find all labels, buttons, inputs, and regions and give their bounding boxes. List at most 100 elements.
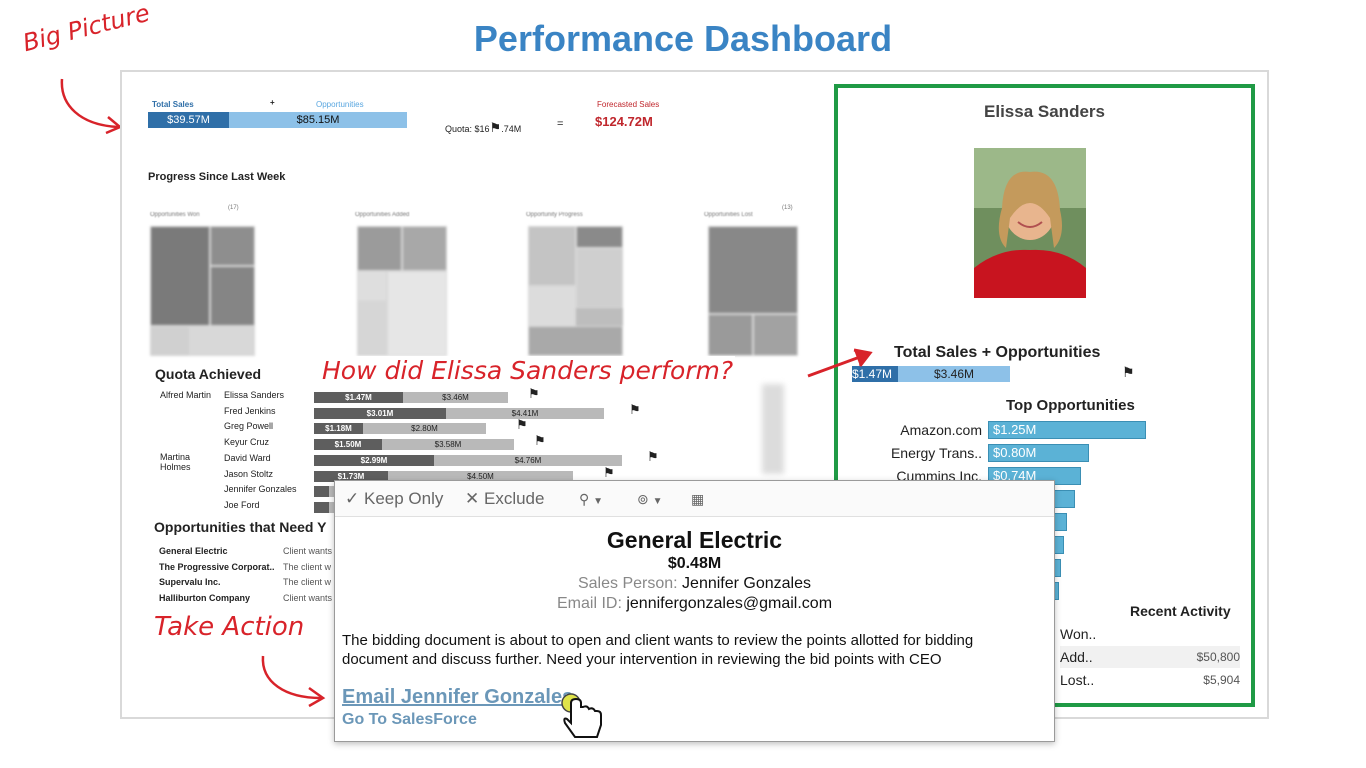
quota-rep-name[interactable]: Joe Ford xyxy=(224,500,260,510)
opportunities-segment: $85.15M xyxy=(229,112,407,128)
quota-rep-name[interactable]: David Ward xyxy=(224,453,271,463)
quota-flag-icon: ⚑ xyxy=(534,433,546,448)
quota-sales-bar[interactable]: $1.47M xyxy=(314,392,403,403)
total-sales-segment: $39.57M xyxy=(148,112,229,128)
group-dropdown[interactable]: ⚲ ▼ xyxy=(579,491,603,508)
chevron-down-icon: ▼ xyxy=(593,496,604,507)
quota-flag-icon: ⚑ xyxy=(516,417,528,432)
take-action-arrow xyxy=(261,655,326,708)
treemap-lost[interactable] xyxy=(708,226,798,356)
count-lost: (13) xyxy=(782,205,793,211)
tooltip-amount: $0.48M xyxy=(667,555,722,572)
top-opportunity-value: $0.80M xyxy=(993,445,1037,460)
quota-sales-bar[interactable]: $1.18M xyxy=(314,423,363,434)
ts-quota-flag-icon: ⚑ xyxy=(1122,364,1135,380)
top-opportunity-bar[interactable]: $0.80M xyxy=(988,444,1089,462)
need-note: The client w xyxy=(283,577,332,588)
chevron-down-icon: ▼ xyxy=(652,496,663,507)
ts-opp-bar[interactable]: $3.46M xyxy=(898,366,1010,382)
quota-rep-name[interactable]: Jason Stoltz xyxy=(224,469,273,479)
quota-sales-bar[interactable]: $2.99M xyxy=(314,455,434,466)
quota-rep-name[interactable]: Jennifer Gonzales xyxy=(224,484,297,494)
need-company[interactable]: Halliburton Company xyxy=(159,593,250,603)
total-sales-label: Total Sales xyxy=(152,100,194,109)
need-company[interactable]: The Progressive Corporat.. xyxy=(159,562,275,572)
recent-activity-value: $5,904 xyxy=(1203,673,1240,687)
top-opportunity-value: $1.25M xyxy=(993,422,1037,437)
opportunities-label: Opportunities xyxy=(316,100,364,109)
recent-activity-value: $50,800 xyxy=(1196,650,1240,664)
profile-photo xyxy=(974,148,1086,298)
quota-flag-icon: ⚑ xyxy=(629,402,641,417)
quota-title: Quota Achieved xyxy=(155,366,262,382)
view-data-icon[interactable]: ▦ xyxy=(691,491,704,508)
panel-label-progress: Opportunity Progress xyxy=(526,212,583,218)
recent-activity-title: Recent Activity xyxy=(1130,603,1231,619)
quota-label: Quota: $16⚑.74M xyxy=(445,120,522,135)
treemap-progress[interactable] xyxy=(528,226,623,356)
quota-rep-name[interactable]: Greg Powell xyxy=(224,421,273,431)
quota-flag-icon: ⚑ xyxy=(489,120,502,135)
count-won: (17) xyxy=(228,205,239,211)
quota-sales-bar[interactable] xyxy=(314,502,329,513)
quota-flag-icon: ⚑ xyxy=(603,465,615,480)
recent-activity-row[interactable]: Won.. xyxy=(1060,623,1240,645)
tooltip-sales-person: Sales Person: Jennifer Gonzales xyxy=(577,575,812,592)
need-company[interactable]: Supervalu Inc. xyxy=(159,577,221,587)
question-annotation: How did Elissa Sanders perform? xyxy=(320,356,736,385)
forecast-value: $124.72M xyxy=(595,114,653,129)
sets-icon: ⊚ xyxy=(637,491,649,507)
keep-only-button[interactable]: ✓ Keep Only xyxy=(345,489,443,509)
progress-title: Progress Since Last Week xyxy=(148,171,286,183)
set-dropdown[interactable]: ⊚ ▼ xyxy=(637,491,663,508)
top-opportunity-name[interactable]: Amazon.com xyxy=(862,422,982,438)
hand-cursor-icon xyxy=(561,693,602,738)
exclude-button[interactable]: ✕ Exclude xyxy=(465,489,544,509)
email-link[interactable]: Email Jennifer Gonzales xyxy=(342,686,573,709)
quota-rep-name[interactable]: Fred Jenkins xyxy=(224,406,276,416)
panel-label-lost: Opportunities Lost xyxy=(704,212,753,218)
blurred-sparkline xyxy=(762,384,784,474)
equals-sign: = xyxy=(557,118,564,130)
panel-label-added: Opportunities Added xyxy=(355,212,410,218)
check-icon: ✓ xyxy=(345,489,360,508)
sales-opportunity-bar[interactable]: $39.57M $85.15M xyxy=(148,112,407,128)
profile-name: Elissa Sanders xyxy=(984,102,1105,121)
quota-rep-name[interactable]: Keyur Cruz xyxy=(224,437,269,447)
recent-activity-label: Lost.. xyxy=(1060,672,1095,688)
need-company[interactable]: General Electric xyxy=(159,546,228,556)
recent-activity-row[interactable]: Add.. $50,800 xyxy=(1060,646,1240,668)
tooltip-popup: ✓ Keep Only ✕ Exclude ⚲ ▼ ⊚ ▼ ▦ General … xyxy=(334,480,1055,742)
close-icon: ✕ xyxy=(465,489,480,508)
tooltip-toolbar: ✓ Keep Only ✕ Exclude ⚲ ▼ ⊚ ▼ ▦ xyxy=(335,481,1054,517)
quota-sales-bar[interactable]: $3.01M xyxy=(314,408,446,419)
question-arrow xyxy=(807,348,873,378)
big-picture-arrow xyxy=(60,78,123,135)
ts-title: Total Sales + Opportunities xyxy=(894,344,1101,361)
quota-sales-bar[interactable] xyxy=(314,486,329,497)
recent-activity-label: Won.. xyxy=(1060,626,1097,642)
recent-activity-label: Add.. xyxy=(1060,649,1093,665)
forecast-label: Forecasted Sales xyxy=(597,100,660,109)
top-opportunity-bar[interactable]: $1.25M xyxy=(988,421,1146,439)
need-note: Client wants xyxy=(283,593,333,604)
quota-rep-name[interactable]: Elissa Sanders xyxy=(224,390,284,400)
quota-flag-icon: ⚑ xyxy=(528,386,540,401)
page-title: Performance Dashboard xyxy=(473,18,893,59)
salesforce-link[interactable]: Go To SalesForce xyxy=(342,711,477,729)
quota-sales-bar[interactable]: $1.50M xyxy=(314,439,382,450)
quota-flag-icon: ⚑ xyxy=(647,449,659,464)
take-action-annotation: Take Action xyxy=(152,612,307,642)
manager-martina: Martina Holmes xyxy=(160,452,191,472)
treemap-won[interactable] xyxy=(150,226,255,356)
treemap-added[interactable] xyxy=(357,226,447,356)
top-opportunity-name[interactable]: Energy Trans.. xyxy=(862,445,982,461)
tooltip-company: General Electric xyxy=(606,527,783,553)
recent-activity-row[interactable]: Lost.. $5,904 xyxy=(1060,669,1240,691)
panel-label-won: Opportunities Won xyxy=(150,212,200,218)
tooltip-description: The bidding document is about to open an… xyxy=(342,632,974,668)
need-title: Opportunities that Need Y xyxy=(154,519,327,535)
need-note: The client w xyxy=(283,561,332,572)
tooltip-email: Email ID: jennifergonzales@gmail.com xyxy=(556,595,833,612)
paperclip-icon: ⚲ xyxy=(579,491,590,507)
